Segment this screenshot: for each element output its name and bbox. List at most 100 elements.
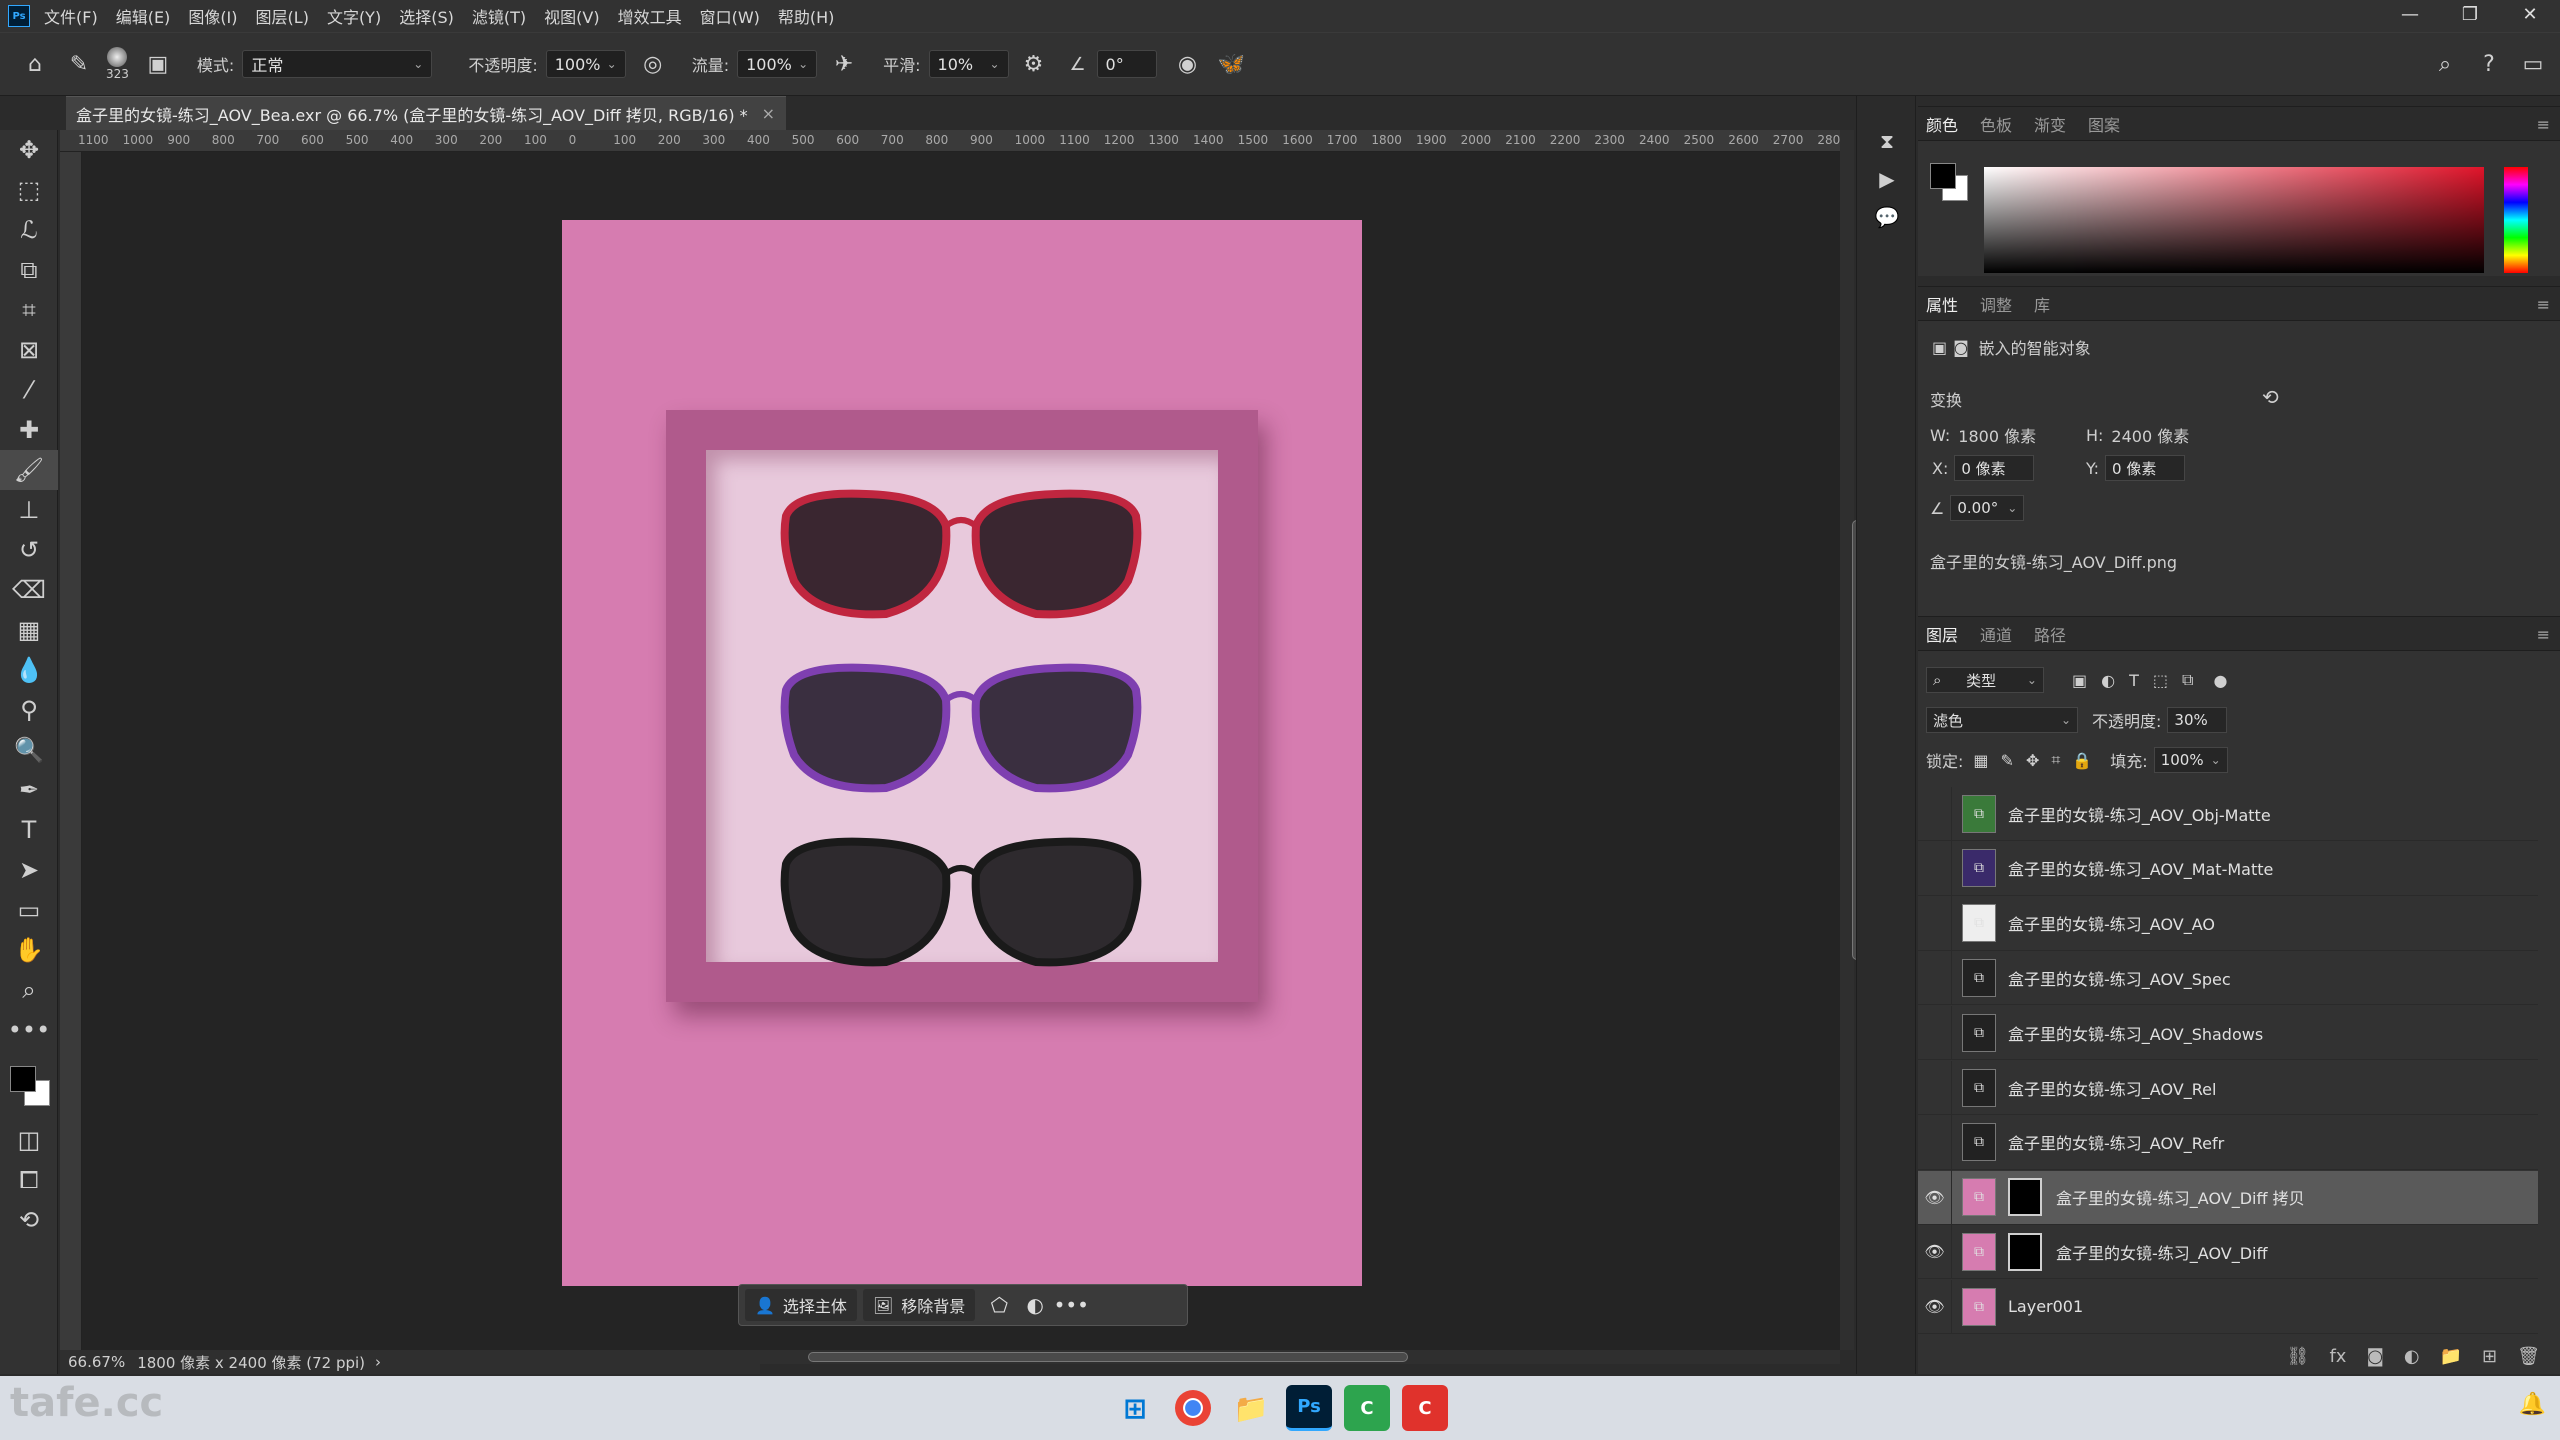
angle-input[interactable]: 0.00° ⌄ [1950,495,2025,521]
reset-icon[interactable]: ⟲ [2262,385,2279,409]
tab-paths[interactable]: 路径 [2034,622,2066,646]
stamp-tool-icon[interactable]: ⊥ [0,490,58,530]
search-icon[interactable]: ⌕ [2428,47,2462,81]
zoom-level[interactable]: 66.67% [68,1353,125,1371]
close-window-button[interactable]: ✕ [2500,0,2560,32]
more-options-icon[interactable]: ••• [1053,1293,1089,1317]
menu-file[interactable]: 文件(F) [44,4,98,28]
file-explorer-icon[interactable]: 📁 [1228,1385,1274,1431]
tab-color[interactable]: 颜色 [1926,112,1958,136]
panel-menu-icon[interactable]: ≡ [2537,115,2550,134]
layer-filter-select[interactable]: ⌕ 类型 ⌄ [1926,667,2044,693]
fill-input[interactable]: 100% ⌄ [2153,747,2228,773]
new-adjustment-icon[interactable]: ◐ [2404,1346,2420,1367]
photoshop-taskbar-icon[interactable]: Ps [1286,1385,1332,1431]
delete-layer-icon[interactable]: 🗑 [2517,1346,2540,1367]
layer-row[interactable]: ⧉ 盒子里的女镜-练习_AOV_AO [1918,896,2538,951]
visibility-eye-icon[interactable] [1918,1060,1952,1115]
screen-mode-icon[interactable]: ⧠ [0,1160,58,1200]
more-tools-icon[interactable]: ••• [0,1010,58,1050]
healing-tool-icon[interactable]: ✚ [0,410,58,450]
edit-toolbar-icon[interactable]: ⟲ [0,1200,58,1240]
chrome-icon[interactable] [1175,1390,1211,1426]
lock-all-icon[interactable]: 🔒 [2072,751,2092,770]
layer-row[interactable]: ⧉ 盒子里的女镜-练习_AOV_Obj-Matte [1918,786,2538,841]
select-subject-button[interactable]: 👤 选择主体 [745,1289,857,1321]
add-mask-icon[interactable]: ◙ [2366,1346,2383,1367]
pressure-size-icon[interactable]: ◉ [1171,47,1205,81]
layer-row[interactable]: 👁 ⧉ 盒子里的女镜-练习_AOV_Diff [1918,1224,2538,1280]
filter-pixel-icon[interactable]: ▣ [2072,671,2087,690]
new-layer-icon[interactable]: ⊞ [2482,1346,2497,1367]
menu-layer[interactable]: 图层(L) [256,4,309,28]
maximize-button[interactable]: ❐ [2440,0,2500,32]
rectangle-tool-icon[interactable]: ▭ [0,890,58,930]
notification-icon[interactable]: 🔔 [2519,1392,2546,1417]
visibility-eye-icon[interactable] [1918,786,1952,841]
tab-libraries[interactable]: 库 [2034,292,2050,316]
menu-help[interactable]: 帮助(H) [778,4,835,28]
eraser-tool-icon[interactable]: ⌫ [0,570,58,610]
move-tool-icon[interactable]: ✥ [0,130,58,170]
menu-select[interactable]: 选择(S) [399,4,454,28]
workspace-icon[interactable]: ▭ [2516,47,2550,81]
canvas-area[interactable] [82,152,1840,1350]
symmetry-icon[interactable]: 🦋 [1215,47,1249,81]
foreground-color-swatch[interactable] [10,1066,36,1092]
filter-smart-object-icon[interactable]: ⧉ [2182,670,2193,690]
filter-adjustment-icon[interactable]: ◐ [2101,671,2115,690]
menu-type[interactable]: 文字(Y) [327,4,381,28]
adjustment-icon[interactable]: ◐ [1017,1293,1053,1317]
filter-shape-icon[interactable]: ⬚ [2153,671,2168,690]
tab-patterns[interactable]: 图案 [2088,112,2120,136]
filter-type-icon[interactable]: T [2129,671,2139,690]
blend-mode-select[interactable]: 滤色 ⌄ [1926,707,2078,733]
pen-tool-icon[interactable]: ✒ [0,770,58,810]
visibility-eye-icon[interactable]: 👁 [1918,1224,1952,1279]
airbrush-icon[interactable]: ✈ [827,47,861,81]
lock-position-icon[interactable]: ✥ [2026,751,2039,770]
close-tab-icon[interactable]: × [762,104,775,123]
menu-edit[interactable]: 编辑(E) [116,4,171,28]
x-input[interactable]: 0 像素 [1954,455,2035,481]
y-input[interactable]: 0 像素 [2105,455,2186,481]
tab-layers[interactable]: 图层 [1926,622,1958,646]
menu-image[interactable]: 图像(I) [188,4,237,28]
type-tool-icon[interactable]: T [0,810,58,850]
magnify-tool-icon[interactable]: 🔍 [0,730,58,770]
menu-window[interactable]: 窗口(W) [700,4,760,28]
path-select-tool-icon[interactable]: ➤ [0,850,58,890]
brush-tool-icon[interactable]: ✎ [62,47,96,81]
layer-mask-thumbnail[interactable] [2008,1178,2042,1217]
tab-swatches[interactable]: 色板 [1980,112,2012,136]
lasso-tool-icon[interactable]: ℒ [0,210,58,250]
fx-icon[interactable]: fx [2329,1346,2346,1367]
visibility-eye-icon[interactable]: 👁 [1918,1279,1952,1334]
brush-tool-icon[interactable]: 🖌 [0,450,58,490]
blur-tool-icon[interactable]: 💧 [0,650,58,690]
visibility-eye-icon[interactable] [1918,950,1952,1005]
quick-mask-icon[interactable]: ◫ [0,1120,58,1160]
minimize-button[interactable]: — [2380,0,2440,32]
history-brush-icon[interactable]: ↺ [0,530,58,570]
brush-preset-picker[interactable]: 323 [106,47,129,81]
menu-plugins[interactable]: 增效工具 [618,4,682,28]
layer-row[interactable]: ⧉ 盒子里的女镜-练习_AOV_Mat-Matte [1918,841,2538,896]
layer-row[interactable]: ⧉ 盒子里的女镜-练习_AOV_Shadows [1918,1005,2538,1061]
history-icon[interactable]: ⧗ [1857,122,1917,160]
gear-icon[interactable]: ⚙ [1017,47,1051,81]
tab-channels[interactable]: 通道 [1980,622,2012,646]
menu-filter[interactable]: 滤镜(T) [472,4,526,28]
home-icon[interactable]: ⌂ [18,47,52,81]
comment-icon[interactable]: 💬 [1857,198,1917,236]
brush-angle-input[interactable]: 0° [1096,50,1157,78]
remove-background-button[interactable]: 🖼 移除背景 [862,1289,976,1321]
eyedropper-tool-icon[interactable]: ⁄ [0,370,58,410]
color-field[interactable] [1984,167,2484,273]
pressure-opacity-icon[interactable]: ◎ [636,47,670,81]
visibility-eye-icon[interactable] [1918,896,1952,951]
filter-toggle-icon[interactable]: ● [2213,671,2227,690]
width-value[interactable]: 1800 像素 [1958,423,2036,447]
lock-pixels-icon[interactable]: ✎ [2001,751,2014,770]
layer-opacity-input[interactable]: 30% [2167,707,2228,733]
